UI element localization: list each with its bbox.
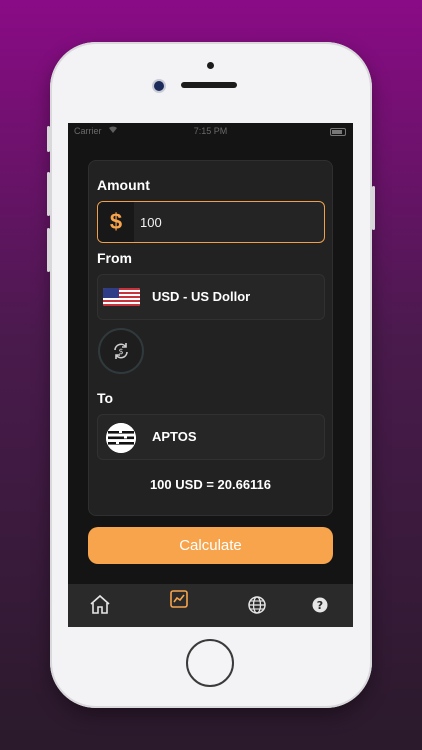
power-button bbox=[372, 186, 375, 230]
swap-currencies-button[interactable]: $ bbox=[98, 328, 144, 374]
front-sensor bbox=[154, 81, 164, 91]
volume-down-button bbox=[47, 228, 50, 272]
from-currency-label: USD - US Dollor bbox=[152, 289, 251, 304]
from-currency-selector[interactable]: USD - US Dollor bbox=[97, 274, 325, 320]
conversion-result: 100 USD = 20.66116 bbox=[149, 477, 272, 492]
dollar-icon: $ bbox=[98, 202, 134, 242]
chart-icon[interactable] bbox=[167, 587, 191, 611]
help-icon[interactable]: ? bbox=[308, 593, 332, 617]
globe-icon[interactable] bbox=[245, 593, 269, 617]
to-currency-label: APTOS bbox=[152, 429, 197, 444]
home-icon[interactable] bbox=[88, 593, 112, 617]
us-flag-icon bbox=[103, 288, 140, 306]
front-camera bbox=[207, 62, 214, 69]
converter-card: Amount $ From USD - US Dollor bbox=[88, 160, 333, 516]
volume-up-button bbox=[47, 172, 50, 216]
earpiece-speaker bbox=[181, 82, 237, 88]
status-bar: Carrier 7:15 PM bbox=[68, 123, 353, 139]
calculate-button[interactable]: Calculate bbox=[88, 527, 333, 564]
to-currency-selector[interactable]: APTOS bbox=[97, 414, 325, 460]
home-button[interactable] bbox=[186, 639, 234, 687]
bottom-tab-bar: ? bbox=[68, 584, 353, 627]
amount-field[interactable]: $ bbox=[97, 201, 325, 243]
amount-label: Amount bbox=[97, 177, 150, 193]
svg-text:?: ? bbox=[317, 599, 323, 612]
battery-icon bbox=[330, 128, 346, 136]
status-time: 7:15 PM bbox=[193, 126, 228, 136]
aptos-logo-icon bbox=[106, 423, 136, 453]
mute-switch bbox=[47, 126, 50, 152]
from-label: From bbox=[97, 250, 132, 266]
to-label: To bbox=[97, 390, 114, 406]
app-screen: Carrier 7:15 PM Amount $ From bbox=[68, 123, 353, 627]
svg-text:$: $ bbox=[118, 347, 123, 356]
amount-input[interactable] bbox=[140, 202, 320, 242]
